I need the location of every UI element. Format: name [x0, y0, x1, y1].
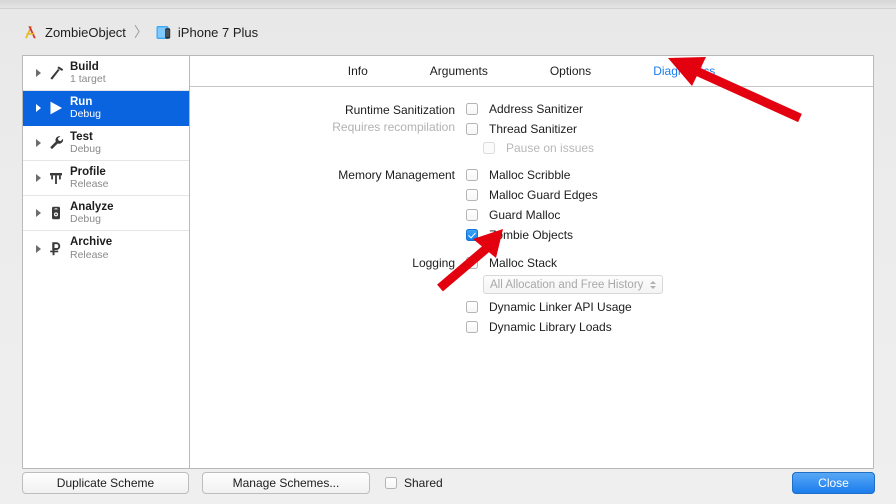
sidebar-item-label: Analyze: [70, 200, 114, 213]
pause-on-issues-label: Pause on issues: [506, 141, 595, 155]
close-button[interactable]: Close: [792, 472, 875, 494]
sidebar-item-sublabel: Debug: [70, 143, 101, 156]
analyze-icon: [45, 205, 67, 221]
checkbox-row-zombie-objects[interactable]: Zombie Objects: [466, 228, 573, 242]
runtime-sanitization-sublabel: Requires recompilation: [332, 120, 455, 134]
play-icon: [45, 100, 67, 116]
sidebar-item-archive[interactable]: Archive Release: [23, 231, 189, 266]
breadcrumb: ZombieObject 〉 iPhone 7 Plus: [22, 20, 258, 44]
wrench-icon: [45, 135, 67, 151]
disclosure-triangle-icon[interactable]: [31, 69, 45, 77]
sidebar-item-label: Archive: [70, 236, 113, 249]
malloc-guard-edges-label: Malloc Guard Edges: [489, 188, 598, 202]
malloc-stack-history-dropdown[interactable]: All Allocation and Free History: [483, 275, 664, 294]
thread-sanitizer-checkbox[interactable]: [466, 123, 478, 135]
dynamic-library-loads-checkbox[interactable]: [466, 321, 478, 333]
shared-label: Shared: [404, 476, 443, 490]
zombie-objects-checkbox[interactable]: [466, 229, 478, 241]
memory-management-label: Memory Management: [338, 168, 455, 182]
dropdown-value: All Allocation and Free History: [490, 278, 644, 291]
malloc-scribble-label: Malloc Scribble: [489, 168, 571, 182]
instruments-icon: [45, 170, 67, 186]
disclosure-triangle-icon[interactable]: [31, 244, 45, 253]
thread-sanitizer-label: Thread Sanitizer: [489, 122, 578, 136]
checkbox-row-malloc-stack[interactable]: Malloc Stack: [466, 256, 557, 270]
runtime-sanitization-label: Runtime Sanitization: [344, 103, 455, 117]
checkbox-row-malloc-scribble[interactable]: Malloc Scribble: [466, 168, 570, 182]
xcode-icon: [22, 24, 39, 41]
disclosure-triangle-icon[interactable]: [31, 209, 45, 217]
malloc-guard-edges-checkbox[interactable]: [466, 189, 478, 201]
dynamic-linker-api-usage-label: Dynamic Linker API Usage: [489, 300, 632, 314]
tab-options[interactable]: Options: [519, 64, 622, 78]
sidebar-item-sublabel: 1 target: [70, 73, 106, 86]
tab-arguments[interactable]: Arguments: [399, 64, 519, 78]
diagnostics-form: Runtime Sanitization Requires recompilat…: [190, 87, 873, 468]
guard-malloc-label: Guard Malloc: [489, 208, 561, 222]
manage-schemes-button[interactable]: Manage Schemes...: [202, 472, 370, 494]
logging-label: Logging: [412, 256, 455, 270]
scheme-actions-sidebar: Build 1 target Run Debug Test Debug Prof…: [23, 56, 190, 468]
duplicate-scheme-button[interactable]: Duplicate Scheme: [22, 472, 189, 494]
tab-bar: Info Arguments Options Diagnostics: [190, 56, 873, 87]
project-name: ZombieObject: [45, 24, 126, 40]
checkbox-row-guard-malloc[interactable]: Guard Malloc: [466, 208, 560, 222]
breadcrumb-device[interactable]: iPhone 7 Plus: [156, 24, 258, 41]
malloc-stack-label: Malloc Stack: [489, 256, 558, 270]
window-titlebar: [0, 0, 896, 9]
pause-on-issues-checkbox: [483, 142, 495, 154]
malloc-scribble-checkbox[interactable]: [466, 169, 478, 181]
checkbox-row-address-sanitizer[interactable]: Address Sanitizer: [466, 102, 583, 116]
hammer-icon: [45, 65, 67, 81]
guard-malloc-checkbox[interactable]: [466, 209, 478, 221]
simulator-icon: [156, 24, 172, 41]
scheme-content: Info Arguments Options Diagnostics Runti…: [190, 56, 873, 468]
scheme-editor-panel: Build 1 target Run Debug Test Debug Prof…: [22, 55, 874, 469]
breadcrumb-separator-icon: 〉: [133, 24, 148, 40]
checkbox-row-dynamic-library-loads[interactable]: Dynamic Library Loads: [466, 320, 612, 334]
sidebar-item-build[interactable]: Build 1 target: [23, 56, 189, 91]
sidebar-item-label: Test: [70, 130, 93, 143]
zombie-objects-label: Zombie Objects: [489, 228, 574, 242]
archive-icon: [45, 241, 67, 257]
sidebar-item-sublabel: Debug: [70, 213, 101, 226]
disclosure-triangle-icon[interactable]: [31, 174, 45, 182]
sidebar-item-run[interactable]: Run Debug: [23, 91, 189, 126]
shared-checkbox[interactable]: [385, 477, 397, 489]
sidebar-item-sublabel: Release: [70, 178, 109, 191]
device-name: iPhone 7 Plus: [177, 24, 259, 40]
sidebar-item-sublabel: Release: [70, 248, 109, 261]
sidebar-item-label: Profile: [70, 165, 106, 178]
sidebar-item-label: Build: [70, 60, 99, 73]
checkbox-row-dynamic-linker-api-usage[interactable]: Dynamic Linker API Usage: [466, 300, 632, 314]
dynamic-linker-api-usage-checkbox[interactable]: [466, 301, 478, 313]
tab-info[interactable]: Info: [317, 64, 399, 78]
disclosure-triangle-icon[interactable]: [31, 139, 45, 147]
checkbox-row-pause-on-issues: Pause on issues: [483, 141, 594, 155]
sidebar-item-test[interactable]: Test Debug: [23, 126, 189, 161]
address-sanitizer-label: Address Sanitizer: [489, 102, 584, 116]
checkbox-row-malloc-guard-edges[interactable]: Malloc Guard Edges: [466, 188, 598, 202]
shared-checkbox-row[interactable]: Shared: [385, 476, 443, 490]
sidebar-item-analyze[interactable]: Analyze Debug: [23, 196, 189, 231]
sidebar-item-profile[interactable]: Profile Release: [23, 161, 189, 196]
footer-bar: Duplicate Scheme Manage Schemes... Share…: [0, 470, 896, 504]
sidebar-item-sublabel: Debug: [70, 108, 101, 121]
tab-diagnostics[interactable]: Diagnostics: [622, 64, 746, 78]
sidebar-item-label: Run: [70, 95, 93, 108]
breadcrumb-project[interactable]: ZombieObject: [22, 24, 126, 41]
chevron-updown-icon: [650, 280, 657, 289]
dynamic-library-loads-label: Dynamic Library Loads: [489, 320, 612, 334]
checkbox-row-thread-sanitizer[interactable]: Thread Sanitizer: [466, 122, 577, 136]
address-sanitizer-checkbox[interactable]: [466, 103, 478, 115]
disclosure-triangle-icon[interactable]: [31, 104, 45, 112]
malloc-stack-checkbox[interactable]: [466, 257, 478, 269]
